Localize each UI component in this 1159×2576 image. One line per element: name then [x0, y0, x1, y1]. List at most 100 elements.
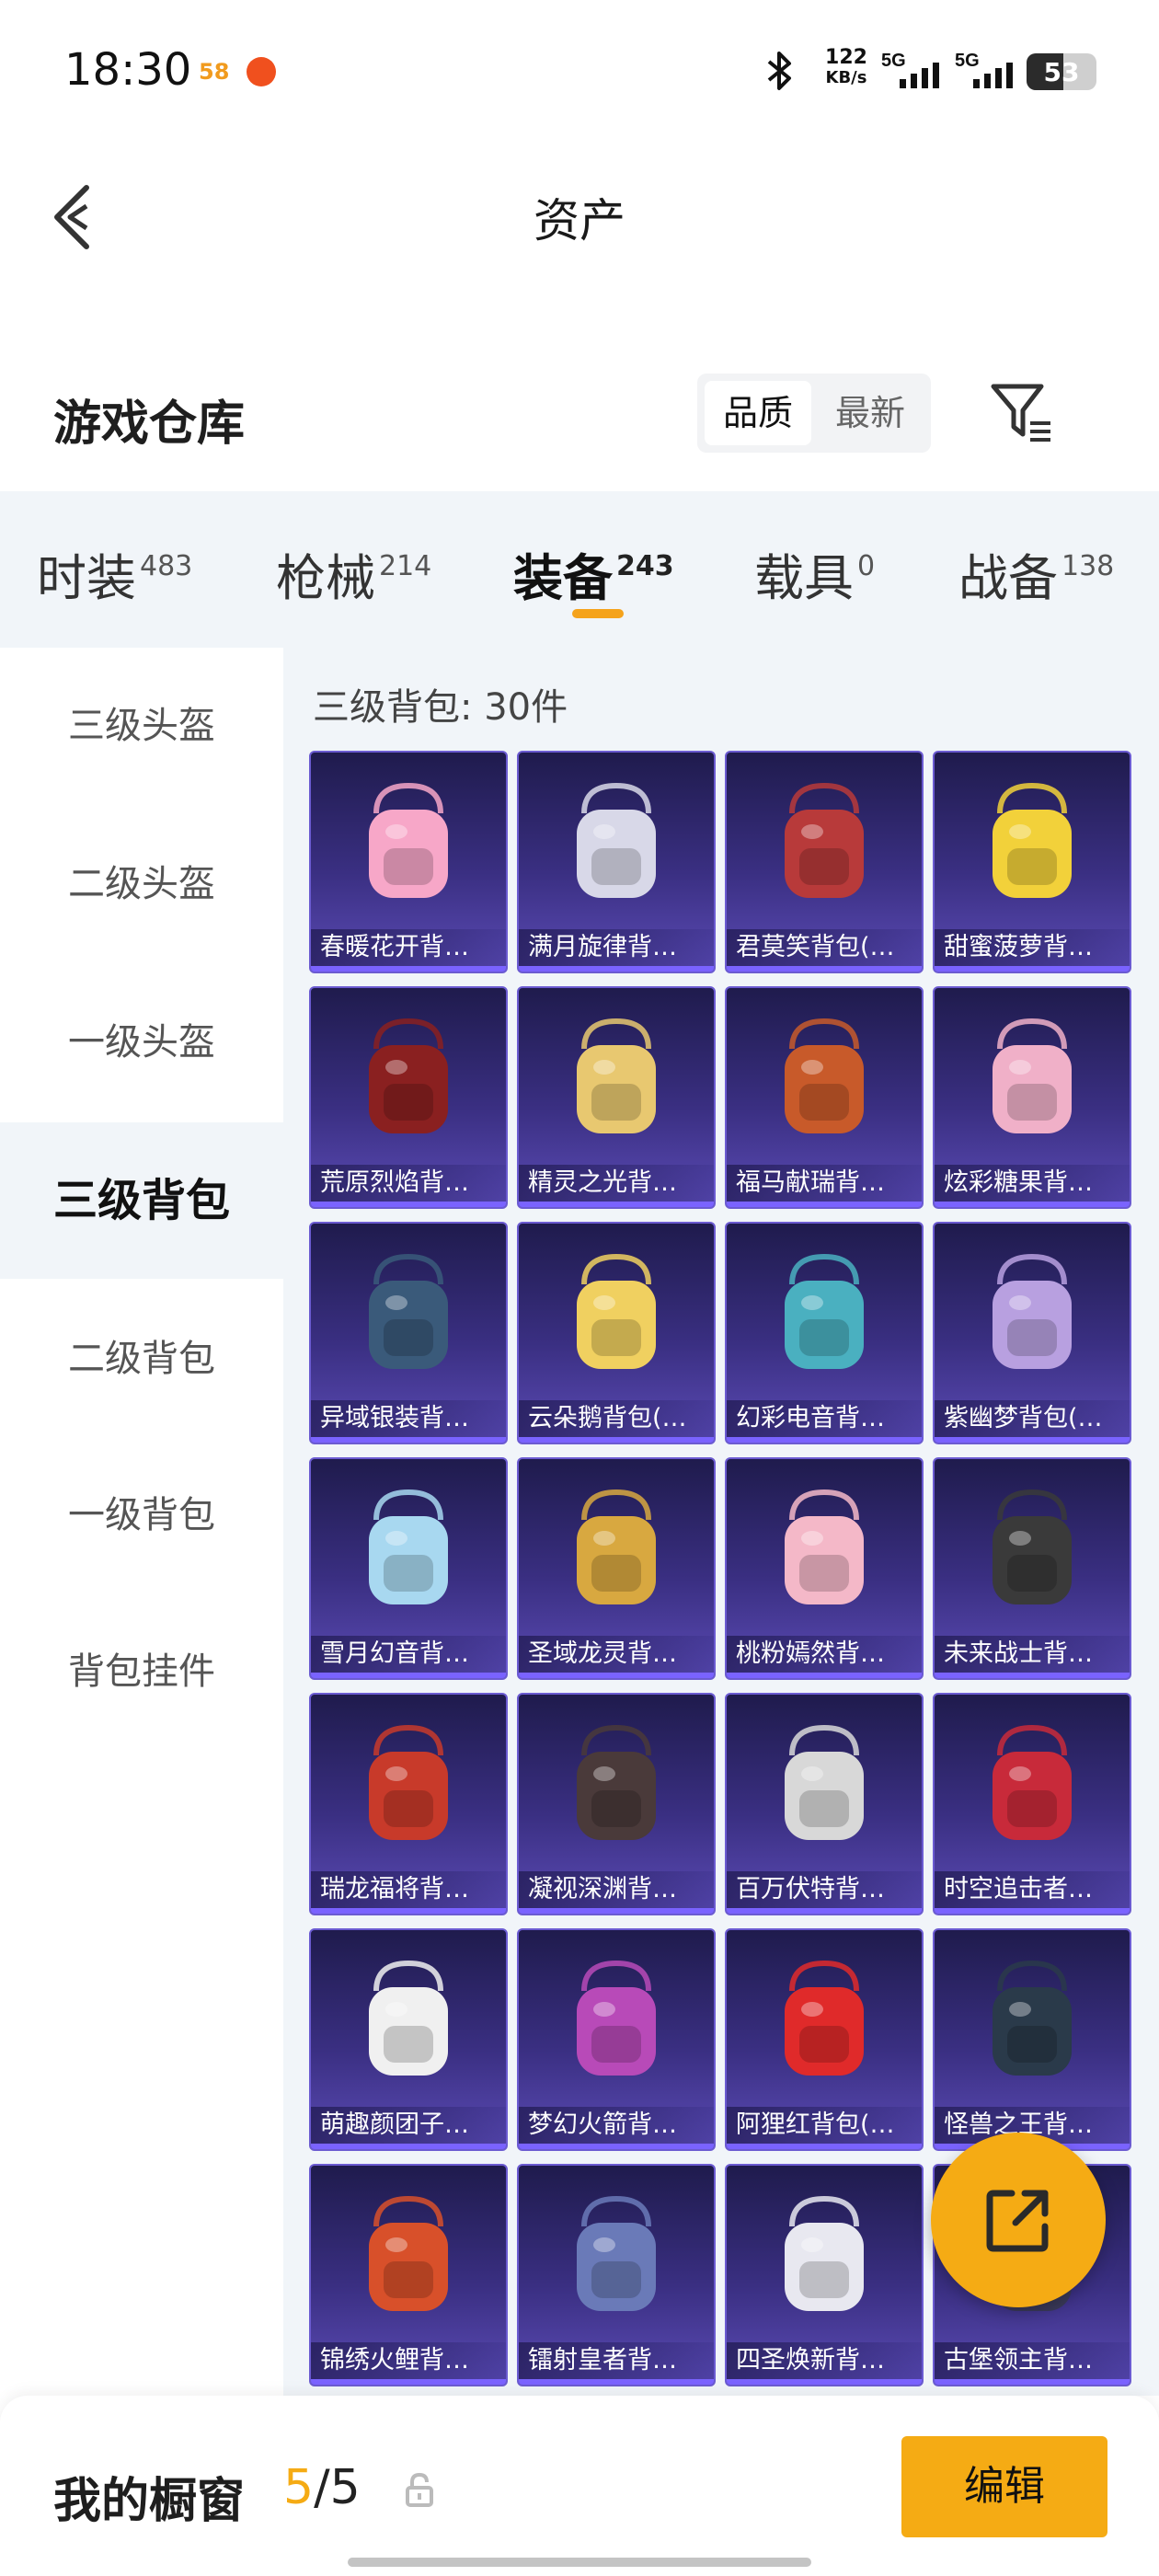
item-card[interactable]: 凝视深渊背… — [517, 1693, 716, 1915]
signal-icon: 5G — [881, 51, 939, 88]
item-card[interactable]: 四圣焕新背… — [725, 2164, 924, 2386]
status-bar: 18:30 58 122 KB/s 5G 5G 53 — [0, 0, 1159, 138]
item-name: 四圣焕新背… — [727, 2342, 922, 2379]
sidebar-item-backpack-3[interactable]: 三级背包 — [0, 1122, 283, 1279]
backpack-icon — [993, 1724, 1072, 1840]
backpack-icon — [369, 1253, 448, 1369]
item-card[interactable]: 满月旋律背… — [517, 751, 716, 973]
tab-label: 战备 — [958, 549, 1058, 607]
sidebar-item-backpack-charm[interactable]: 背包挂件 — [0, 1593, 283, 1750]
item-name: 春暖花开背… — [311, 929, 506, 966]
backpack-icon — [993, 782, 1072, 898]
backpack-icon — [369, 2195, 448, 2311]
sort-quality-button[interactable]: 品质 — [705, 381, 811, 445]
item-card[interactable]: 雪月幻音背… — [309, 1457, 508, 1680]
battery-level: 53 — [1043, 57, 1080, 87]
backpack-icon — [577, 1018, 656, 1133]
item-card[interactable]: 锦绣火鲤背… — [309, 2164, 508, 2386]
backpack-icon — [993, 1960, 1072, 2076]
item-card[interactable]: 镭射皇者背… — [517, 2164, 716, 2386]
item-name: 紫幽梦背包(… — [935, 1400, 1130, 1437]
sort-newest-button[interactable]: 最新 — [817, 381, 924, 445]
item-card[interactable]: 甜蜜菠萝背… — [933, 751, 1131, 973]
backpack-icon — [577, 1253, 656, 1369]
network-speed-unit: KB/s — [825, 68, 867, 87]
tab-count: 214 — [379, 550, 432, 582]
item-card[interactable]: 圣域龙灵背… — [517, 1457, 716, 1680]
backpack-icon — [577, 1960, 656, 2076]
item-card[interactable]: 时空追击者… — [933, 1693, 1131, 1915]
tab-vehicles[interactable]: 载具 0 — [754, 537, 875, 610]
tab-label: 时装 — [37, 549, 136, 607]
item-name: 桃粉嫣然背… — [727, 1636, 922, 1673]
item-card[interactable]: 云朵鹅背包(… — [517, 1222, 716, 1444]
tab-guns[interactable]: 枪械 214 — [276, 537, 431, 610]
item-name: 圣域龙灵背… — [519, 1636, 714, 1673]
sidebar-item-backpack-1[interactable]: 一级背包 — [0, 1437, 283, 1593]
item-card[interactable]: 梦幻火箭背… — [517, 1928, 716, 2151]
status-time: 18:30 — [64, 44, 192, 96]
page-title: 资产 — [534, 194, 625, 247]
tab-battle-prep[interactable]: 战备 138 — [958, 537, 1114, 610]
showcase-count: 5/5 — [283, 2460, 361, 2515]
filter-icon[interactable] — [990, 381, 1054, 445]
backpack-icon — [577, 1489, 656, 1604]
tab-count: 483 — [140, 550, 193, 582]
item-name: 古堡领主背… — [935, 2342, 1130, 2379]
item-card[interactable]: 炫彩糖果背… — [933, 986, 1131, 1209]
warehouse-title: 游戏仓库 — [53, 397, 246, 452]
item-card[interactable]: 异域银装背… — [309, 1222, 508, 1444]
item-card[interactable]: 幻彩电音背… — [725, 1222, 924, 1444]
sidebar-item-helmet-1[interactable]: 一级头盔 — [0, 964, 283, 1121]
backpack-icon — [577, 1724, 656, 1840]
sidebar-item-backpack-2[interactable]: 二级背包 — [0, 1281, 283, 1437]
item-card[interactable]: 春暖花开背… — [309, 751, 508, 973]
showcase-label: 我的橱窗 — [53, 2474, 246, 2529]
item-name: 福马献瑞背… — [727, 1165, 922, 1202]
item-card[interactable]: 百万伏特背… — [725, 1693, 924, 1915]
app-58-icon: 58 — [199, 59, 230, 85]
item-name: 云朵鹅背包(… — [519, 1400, 714, 1437]
network-speed: 122 KB/s — [819, 48, 874, 88]
showcase-total: 5 — [329, 2460, 361, 2515]
item-name: 甜蜜菠萝背… — [935, 929, 1130, 966]
item-count-label: 三级背包: 30件 — [313, 686, 568, 729]
item-card[interactable]: 精灵之光背… — [517, 986, 716, 1209]
backpack-icon — [993, 1253, 1072, 1369]
item-card[interactable]: 桃粉嫣然背… — [725, 1457, 924, 1680]
backpack-icon — [993, 1018, 1072, 1133]
tab-fashion[interactable]: 时装 483 — [37, 537, 192, 610]
home-indicator[interactable] — [348, 2558, 811, 2567]
sidebar-item-helmet-2[interactable]: 二级头盔 — [0, 806, 283, 962]
item-card[interactable]: 君莫笑背包(… — [725, 751, 924, 973]
item-name: 幻彩电音背… — [727, 1400, 922, 1437]
edit-button[interactable]: 编辑 — [901, 2436, 1107, 2537]
backpack-icon — [785, 1960, 864, 2076]
item-card[interactable]: 紫幽梦背包(… — [933, 1222, 1131, 1444]
item-name: 未来战士背… — [935, 1636, 1130, 1673]
item-name: 瑞龙福将背… — [311, 1871, 506, 1908]
battery-icon: 53 — [1027, 53, 1096, 90]
item-card[interactable]: 阿狸红背包(… — [725, 1928, 924, 2151]
item-name: 异域银装背… — [311, 1400, 506, 1437]
item-name: 阿狸红背包(… — [727, 2107, 922, 2144]
sidebar-item-helmet-3[interactable]: 三级头盔 — [0, 648, 283, 804]
share-button[interactable] — [931, 2133, 1106, 2307]
item-name: 精灵之光背… — [519, 1165, 714, 1202]
item-name: 凝视深渊背… — [519, 1871, 714, 1908]
backpack-icon — [577, 782, 656, 898]
item-name: 炫彩糖果背… — [935, 1165, 1130, 1202]
backpack-icon — [577, 2195, 656, 2311]
item-card[interactable]: 瑞龙福将背… — [309, 1693, 508, 1915]
item-card[interactable]: 福马献瑞背… — [725, 986, 924, 1209]
item-card[interactable]: 荒原烈焰背… — [309, 986, 508, 1209]
tab-equipment[interactable]: 装备 243 — [513, 537, 674, 610]
item-name: 君莫笑背包(… — [727, 929, 922, 966]
network-speed-value: 122 — [825, 46, 867, 69]
item-card[interactable]: 未来战士背… — [933, 1457, 1131, 1680]
tab-count: 0 — [857, 550, 876, 582]
backpack-icon — [369, 782, 448, 898]
item-name: 满月旋律背… — [519, 929, 714, 966]
item-card[interactable]: 怪兽之王背… — [933, 1928, 1131, 2151]
item-card[interactable]: 萌趣颜团子… — [309, 1928, 508, 2151]
